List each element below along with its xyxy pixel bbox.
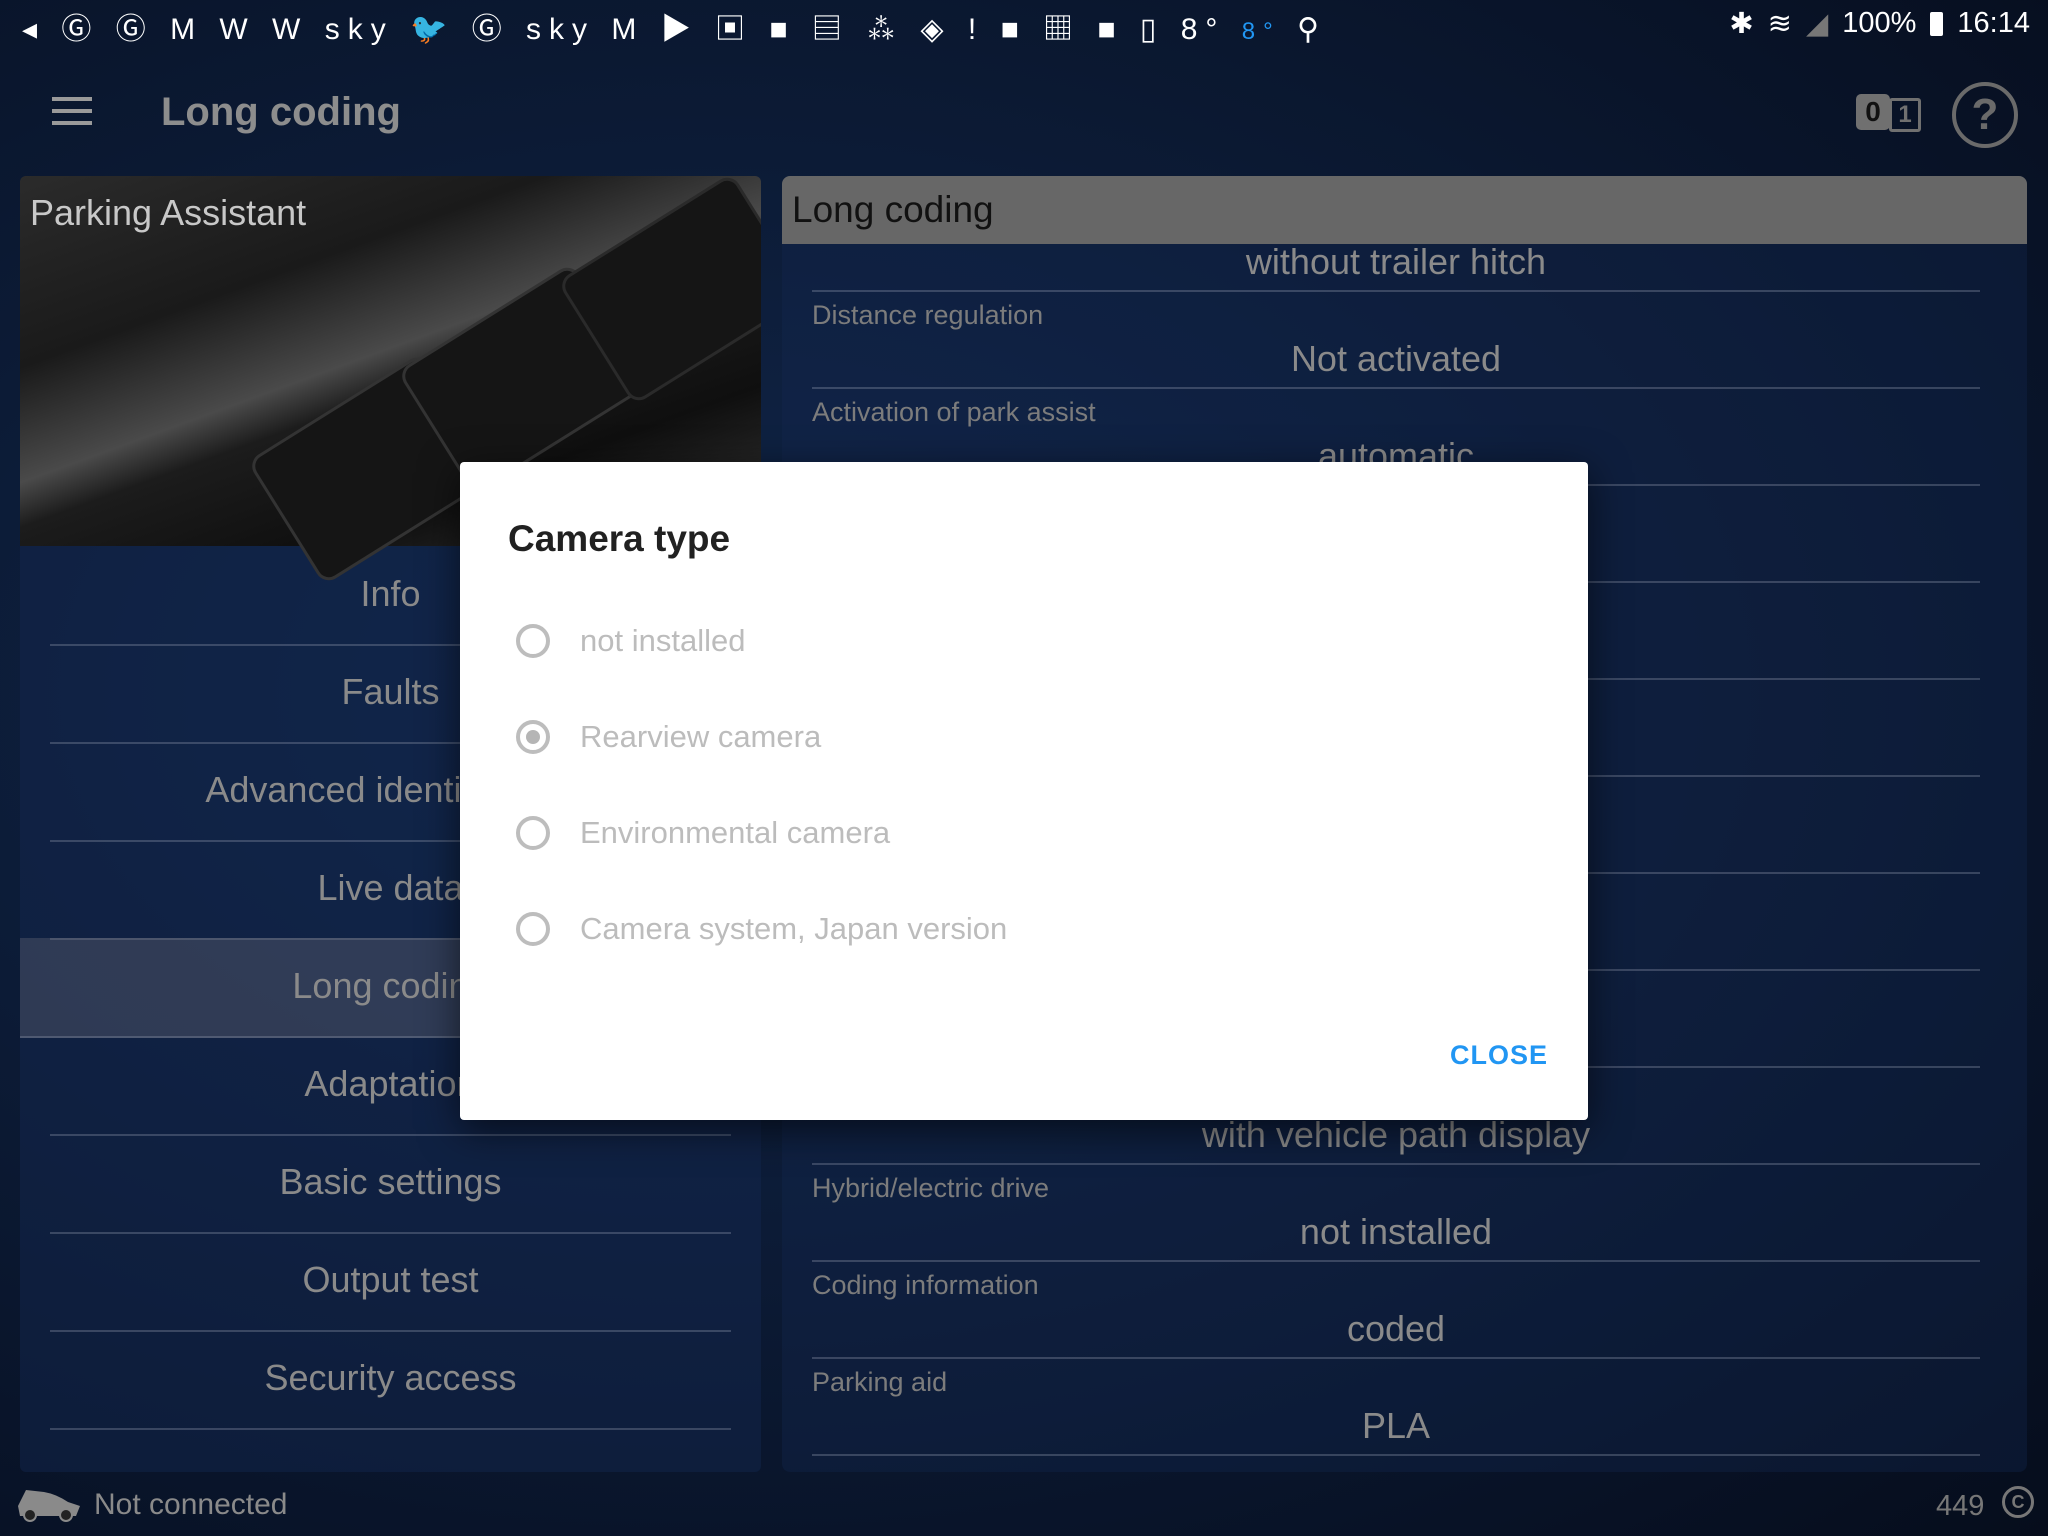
sidebar-item-output-test[interactable]: Output test [50,1232,731,1332]
connection-status: Not connected [94,1488,288,1521]
status-bar: ◂ Ⓖ Ⓖ M W W sky 🐦 Ⓖ sky M ▶ ▣ ■ ▤ ⁂ ◈ ! … [0,0,2048,48]
coding-row-label: Distance regulation [812,300,1044,330]
page-title: Long coding [161,90,401,134]
obd-right: 1 [1889,98,1921,132]
battery-icon [1930,11,1944,36]
item-count: 449 [1936,1490,1985,1522]
radio-checked-icon[interactable] [516,720,550,754]
radio-option-label: Camera system, Japan version [580,911,1008,946]
signal-icon: ◢ [1805,8,1829,40]
notification-icons-glyphs: ◂ Ⓖ Ⓖ M W W sky 🐦 Ⓖ sky M ▶ ▣ ■ ▤ ⁂ ◈ ! … [22,13,1165,46]
car-icon [18,1490,80,1522]
notification-icons: ◂ Ⓖ Ⓖ M W W sky 🐦 Ⓖ sky M ▶ ▣ ■ ▤ ⁂ ◈ ! … [22,4,1327,48]
weather-temp-blue: 8° [1241,18,1281,45]
radio-option[interactable]: not installed [516,611,745,671]
bluetooth-icon: ✱ [1729,8,1754,40]
location-icon: ⚲ [1297,13,1327,46]
radio-unchecked-icon[interactable] [516,816,550,850]
coding-row-value: with vehicle path display [1201,1114,1591,1155]
connect-icon[interactable]: C [2002,1486,2034,1518]
battery-percent: 100% [1842,7,1917,39]
radio-option[interactable]: Camera system, Japan version [516,899,1007,959]
coding-row-label: Parking aid [812,1367,948,1397]
close-button[interactable]: CLOSE [1450,1040,1548,1071]
coding-row-value: without trailer hitch [1245,241,1547,282]
coding-row[interactable]: Coding information coded [812,1260,1980,1359]
coding-row-value: Not activated [1290,338,1502,379]
dialog-title: Camera type [508,518,731,559]
coding-row-value: PLA [1361,1405,1431,1446]
radio-option[interactable]: Rearview camera [516,707,821,767]
coding-row-label: Activation of park assist [812,397,1096,427]
module-title: Parking Assistant [30,192,307,233]
radio-option-label: not installed [580,623,746,658]
camera-type-dialog: Camera type not installed Rearview camera… [460,462,1588,1120]
obd-left: 0 [1856,94,1890,130]
radio-option[interactable]: Environmental camera [516,803,890,863]
coding-row[interactable]: Parking aid PLA [812,1357,1980,1456]
sidebar-item-security-access[interactable]: Security access [50,1330,731,1430]
wifi-icon: ≋ [1767,8,1792,40]
weather-temp: 8° [1180,13,1226,46]
coding-row-value: not installed [1299,1211,1493,1252]
coding-row[interactable]: Distance regulation Not activated [812,290,1980,389]
coding-row[interactable]: Hybrid/electric drive not installed [812,1163,1980,1262]
coding-row-value: coded [1346,1308,1446,1349]
radio-option-label: Rearview camera [580,719,822,754]
help-icon[interactable]: ? [1952,82,2018,148]
panel-title: Long coding [782,176,2027,244]
coding-row[interactable] [812,1454,1980,1472]
radio-unchecked-icon[interactable] [516,912,550,946]
sidebar-item-basic-settings[interactable]: Basic settings [50,1134,731,1234]
coding-row-label: Hybrid/electric drive [812,1173,1050,1203]
radio-option-label: Environmental camera [580,815,891,850]
obd-connection-button[interactable]: 0 1 [1856,94,1921,132]
clock: 16:14 [1957,7,2030,39]
radio-unchecked-icon[interactable] [516,624,550,658]
menu-icon[interactable] [52,97,92,125]
coding-row-label: Coding information [812,1270,1039,1300]
